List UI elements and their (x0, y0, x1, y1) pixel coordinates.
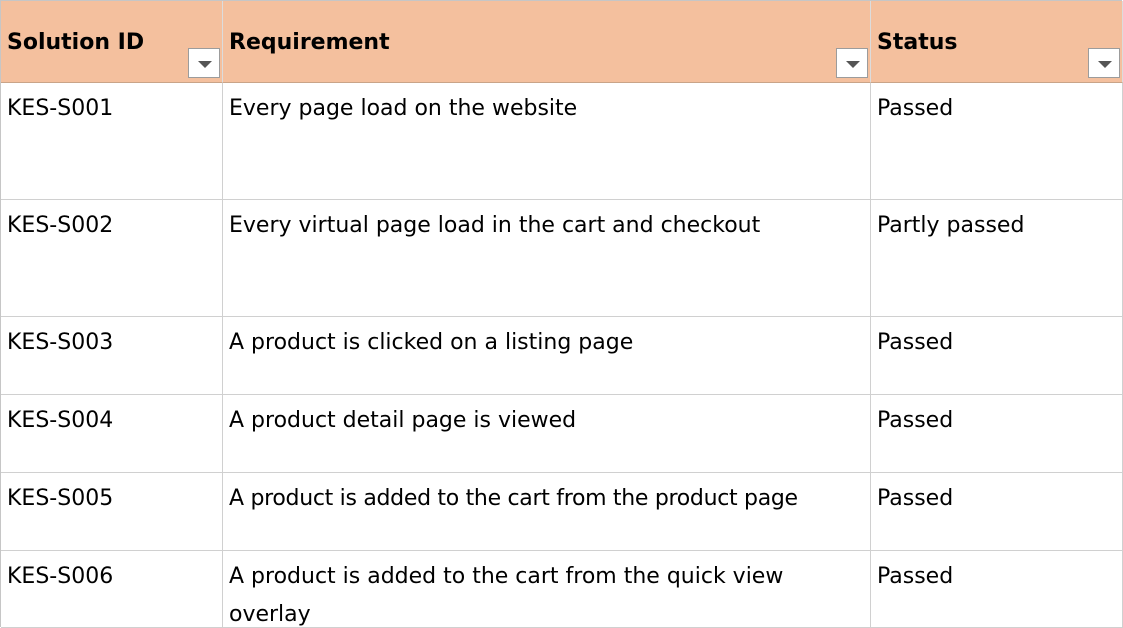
status-cell[interactable]: Passed (871, 395, 1123, 473)
header-cell-status[interactable]: Status (871, 1, 1123, 83)
chevron-down-icon (1098, 61, 1112, 68)
header-cell-requirement[interactable]: Requirement (223, 1, 871, 83)
requirement-cell[interactable]: A product detail page is viewed (223, 395, 871, 473)
solution-id-cell[interactable]: KES-S001 (1, 83, 223, 200)
table-row: KES-S006 A product is added to the cart … (1, 551, 1123, 628)
table-row: KES-S002 Every virtual page load in the … (1, 200, 1123, 317)
chevron-down-icon (198, 61, 212, 68)
spreadsheet-table: Solution ID Requirement Status KES-S001 … (0, 0, 1123, 628)
solution-id-cell[interactable]: KES-S003 (1, 317, 223, 395)
requirement-cell[interactable]: A product is added to the cart from the … (223, 473, 871, 551)
header-label: Status (877, 30, 958, 55)
table-row: KES-S001 Every page load on the website … (1, 83, 1123, 200)
table-row: KES-S004 A product detail page is viewed… (1, 395, 1123, 473)
status-cell[interactable]: Partly passed (871, 200, 1123, 317)
solution-id-cell[interactable]: KES-S004 (1, 395, 223, 473)
table-row: KES-S005 A product is added to the cart … (1, 473, 1123, 551)
solution-id-cell[interactable]: KES-S005 (1, 473, 223, 551)
table-row: KES-S003 A product is clicked on a listi… (1, 317, 1123, 395)
header-row: Solution ID Requirement Status (1, 1, 1123, 83)
status-cell[interactable]: Passed (871, 473, 1123, 551)
requirement-cell[interactable]: A product is added to the cart from the … (223, 551, 871, 628)
status-cell[interactable]: Passed (871, 551, 1123, 628)
filter-dropdown-button[interactable] (188, 48, 220, 78)
status-cell[interactable]: Passed (871, 317, 1123, 395)
filter-dropdown-button[interactable] (1088, 48, 1120, 78)
requirement-cell[interactable]: Every page load on the website (223, 83, 871, 200)
header-cell-solution-id[interactable]: Solution ID (1, 1, 223, 83)
requirement-cell[interactable]: A product is clicked on a listing page (223, 317, 871, 395)
chevron-down-icon (846, 61, 860, 68)
status-cell[interactable]: Passed (871, 83, 1123, 200)
requirement-cell[interactable]: Every virtual page load in the cart and … (223, 200, 871, 317)
solution-id-cell[interactable]: KES-S006 (1, 551, 223, 628)
solution-id-cell[interactable]: KES-S002 (1, 200, 223, 317)
header-label: Requirement (229, 30, 390, 55)
filter-dropdown-button[interactable] (836, 48, 868, 78)
header-label: Solution ID (7, 30, 145, 55)
